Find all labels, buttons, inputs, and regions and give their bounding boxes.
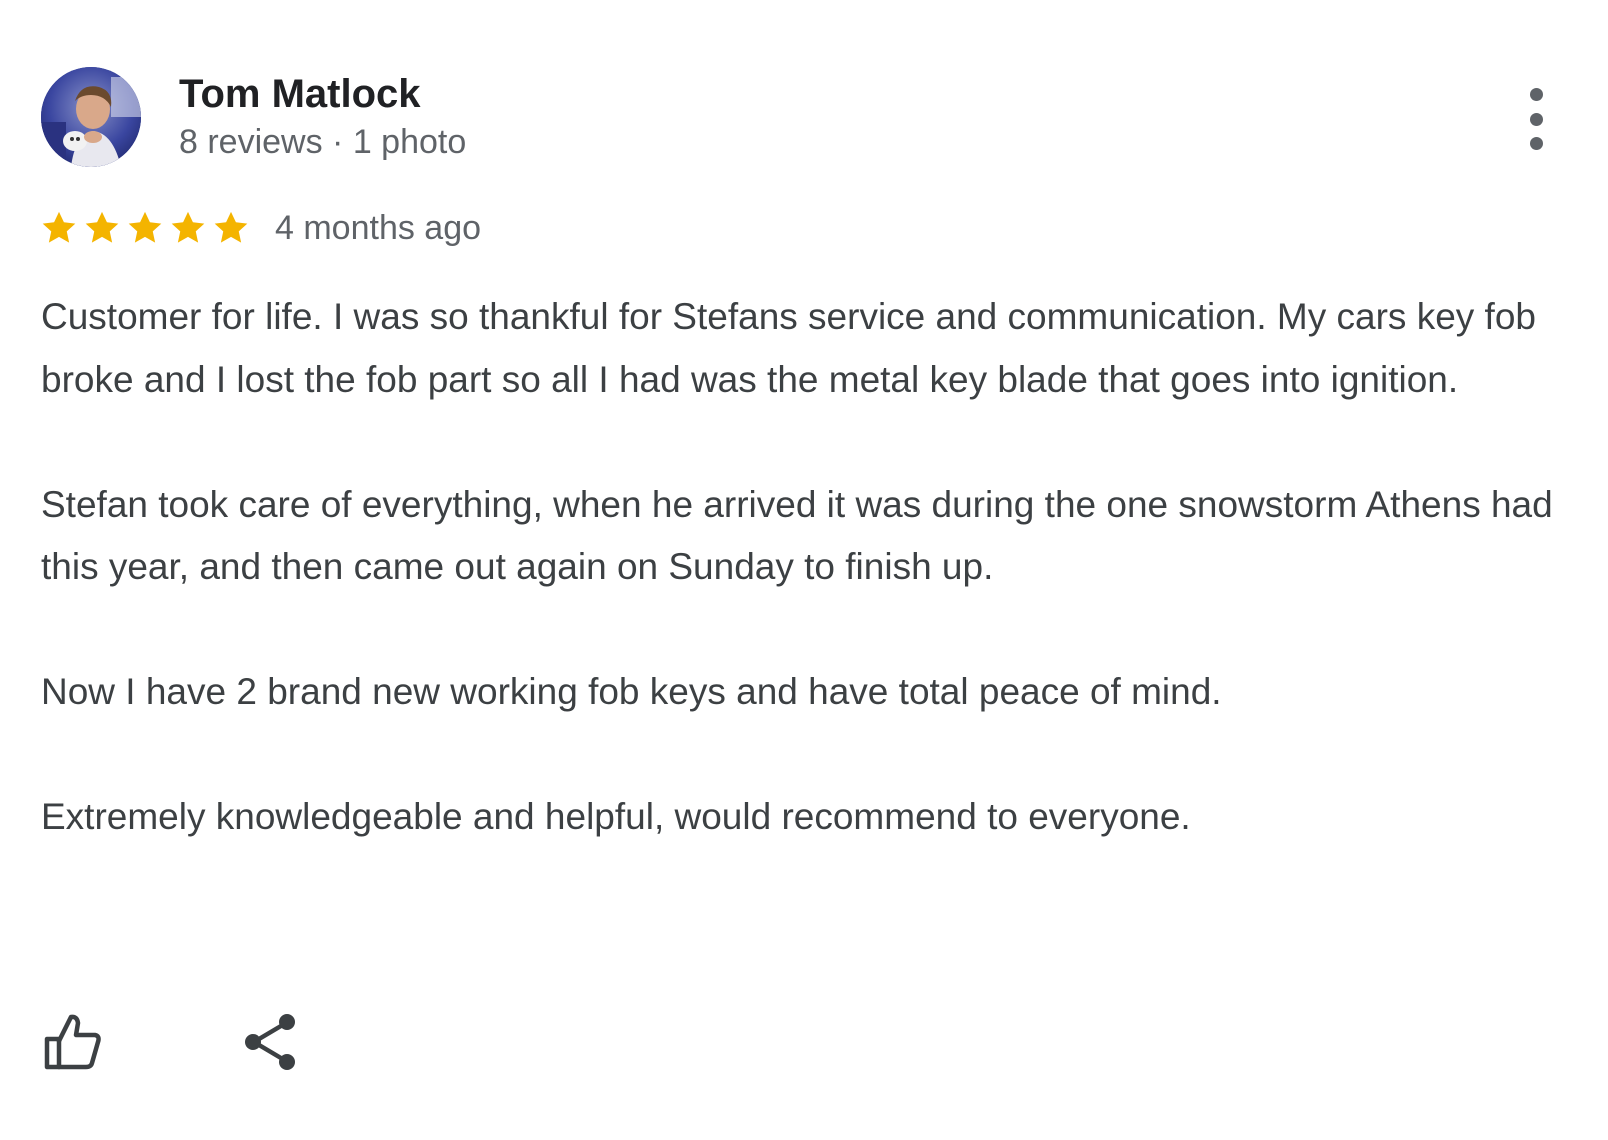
more-vert-icon-dot	[1529, 112, 1543, 126]
more-vert-icon-dot	[1529, 137, 1543, 150]
reviewer-name[interactable]: Tom Matlock	[179, 70, 421, 118]
review-card: Tom Matlock 8 reviews · 1 photo 4 months…	[0, 0, 1608, 1140]
review-paragraph: Now I have 2 brand new working fob keys …	[41, 671, 1222, 712]
rating-row: 4 months ago	[40, 205, 481, 251]
share-icon[interactable]	[242, 1012, 302, 1072]
review-paragraph: Stefan took care of everything, when he …	[41, 483, 1553, 588]
star-icon	[126, 209, 164, 247]
review-date: 4 months ago	[275, 209, 482, 247]
star-icon	[169, 209, 207, 247]
review-paragraph: Customer for life. I was so thankful for…	[41, 296, 1536, 400]
star-icon	[212, 209, 250, 247]
star-icon	[83, 209, 121, 247]
more-vert-icon	[1529, 88, 1543, 101]
review-actions	[44, 1012, 302, 1072]
reviewer-stats: 8 reviews · 1 photo	[179, 123, 467, 161]
review-text: Customer for life. I was so thankful for…	[41, 286, 1581, 849]
user-photo-avatar-icon	[41, 67, 141, 167]
review-paragraph: Extremely knowledgeable and helpful, wou…	[41, 796, 1191, 837]
reviewer-avatar[interactable]	[41, 67, 141, 167]
star-rating	[40, 209, 250, 247]
thumb-up-icon[interactable]	[44, 1012, 104, 1072]
more-options-button[interactable]	[1518, 88, 1554, 150]
star-icon	[40, 209, 78, 247]
